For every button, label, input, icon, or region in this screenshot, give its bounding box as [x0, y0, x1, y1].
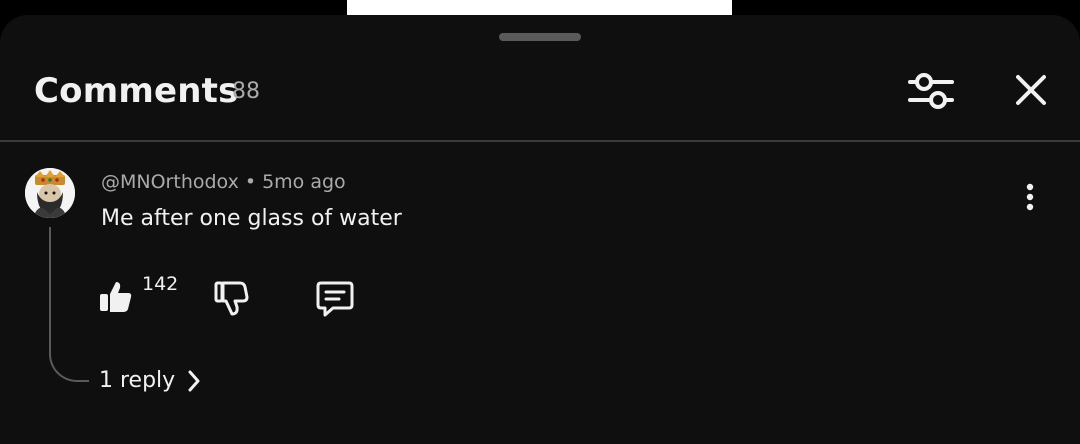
comments-title: Comments: [34, 71, 239, 111]
comments-sheet: Comments 88 @MNOrthodox • 5mo ago Me aft…: [0, 15, 1080, 444]
top-white-strip: [347, 0, 732, 15]
drag-handle[interactable]: [499, 33, 581, 41]
like-button[interactable]: [98, 279, 134, 319]
comment-icon: [316, 281, 354, 317]
replies-link[interactable]: 1 reply: [99, 368, 201, 393]
comment-text: Me after one glass of water: [101, 206, 402, 231]
chevron-right-icon: [188, 370, 200, 391]
avatar[interactable]: [25, 168, 75, 218]
replies-label: 1 reply: [99, 368, 176, 393]
comments-count: 88: [232, 79, 260, 104]
author-handle[interactable]: @MNOrthodox: [101, 171, 239, 193]
more-vertical-icon: [1026, 183, 1034, 211]
more-options-button[interactable]: [1018, 179, 1042, 223]
dislike-button[interactable]: [214, 279, 250, 319]
filter-button[interactable]: [904, 69, 958, 113]
like-count: 142: [142, 273, 179, 295]
header-divider: [0, 140, 1080, 142]
meta-separator: •: [244, 171, 257, 193]
sliders-icon: [908, 73, 954, 109]
avatar-image: [25, 168, 75, 218]
close-button[interactable]: [1008, 69, 1054, 113]
thumb-down-icon: [214, 281, 249, 316]
close-icon: [1016, 75, 1046, 105]
thread-line: [49, 227, 89, 382]
comment-meta: @MNOrthodox • 5mo ago: [101, 171, 346, 193]
thumb-up-icon: [100, 282, 132, 312]
comment-time: 5mo ago: [262, 171, 346, 193]
reply-button[interactable]: [315, 279, 355, 319]
